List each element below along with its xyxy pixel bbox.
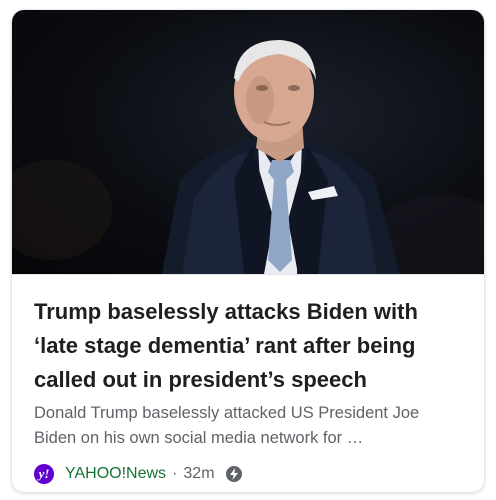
article-thumbnail[interactable] [12, 10, 484, 274]
lightning-bolt-icon [225, 465, 243, 483]
source-name[interactable]: YAHOO!News [65, 465, 166, 483]
article-text-area: Trump baselessly attacks Biden with ‘lat… [12, 274, 484, 492]
article-snippet: Donald Trump baselessly attacked US Pres… [34, 404, 420, 447]
portrait-photo-icon [12, 40, 484, 274]
article-age: 32m [183, 465, 215, 482]
news-card[interactable]: Trump baselessly attacks Biden with ‘lat… [12, 10, 484, 492]
article-headline[interactable]: Trump baselessly attacks Biden with ‘lat… [34, 295, 464, 397]
yahoo-logo-icon: y! [34, 464, 54, 484]
meta-separator: · [172, 465, 178, 482]
article-meta: y! YAHOO!News · 32m [34, 462, 243, 486]
